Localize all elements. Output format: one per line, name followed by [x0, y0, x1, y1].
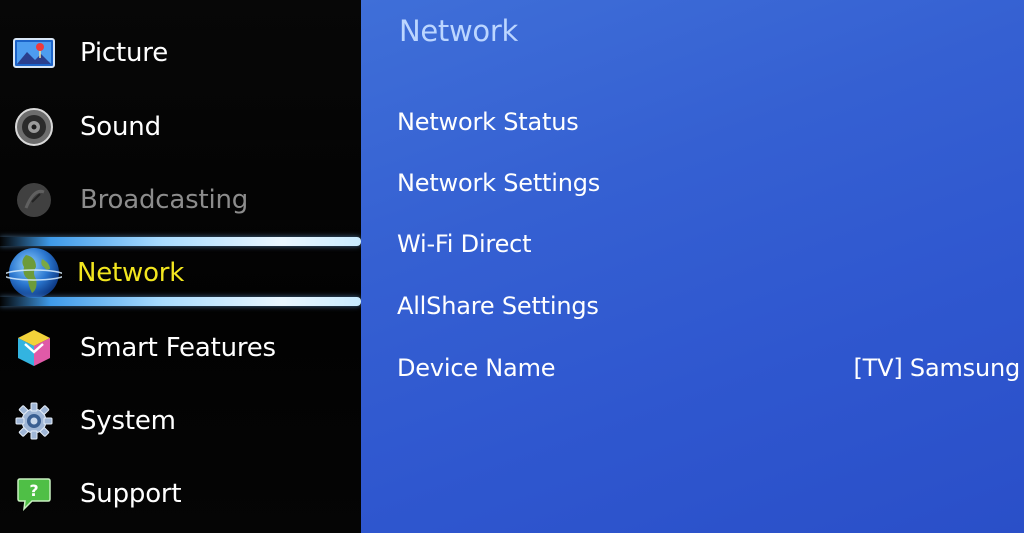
device-name-value: [TV] Samsung [853, 354, 1020, 382]
network-panel: Network Network Status Network Settings … [361, 0, 1024, 533]
menu-item-network-status[interactable]: Network Status [397, 98, 1007, 146]
globe-icon [6, 245, 62, 301]
menu-item-label: Device Name [397, 354, 556, 382]
svg-text:?: ? [29, 481, 38, 500]
menu-item-label: Network Status [397, 108, 579, 136]
sidebar-item-label: Sound [80, 112, 161, 142]
sidebar-item-picture[interactable]: Picture [0, 16, 361, 90]
help-bubble-icon: ? [12, 472, 56, 516]
satellite-dish-icon [12, 178, 56, 222]
picture-icon [12, 31, 56, 75]
settings-sidebar: Picture Sound Broadcasting Network Smart… [0, 0, 361, 533]
sidebar-item-smart-features[interactable]: Smart Features [0, 311, 361, 385]
gear-icon [12, 399, 56, 443]
sidebar-item-label: Support [80, 479, 182, 509]
menu-item-label: Wi-Fi Direct [397, 230, 532, 258]
sidebar-item-system[interactable]: System [0, 384, 361, 458]
menu-item-label: Network Settings [397, 169, 601, 197]
menu-item-network-settings[interactable]: Network Settings [397, 159, 1007, 207]
sidebar-item-label: System [80, 406, 176, 436]
sidebar-item-broadcasting[interactable]: Broadcasting [0, 163, 361, 237]
sidebar-item-label: Broadcasting [80, 185, 249, 215]
speaker-icon [12, 105, 56, 149]
sidebar-item-label: Smart Features [80, 333, 276, 363]
smart-cube-icon [12, 326, 56, 370]
menu-item-label: AllShare Settings [397, 292, 599, 320]
sidebar-item-sound[interactable]: Sound [0, 90, 361, 164]
selection-rail-bottom [0, 297, 361, 306]
menu-item-wifi-direct[interactable]: Wi-Fi Direct [397, 220, 1007, 268]
sidebar-item-label: Network [77, 258, 185, 288]
menu-item-device-name[interactable]: Device Name [TV] Samsung [397, 344, 1020, 392]
sidebar-item-support[interactable]: ? Support [0, 457, 361, 531]
sidebar-item-label: Picture [80, 38, 169, 68]
menu-item-allshare-settings[interactable]: AllShare Settings [397, 282, 1007, 330]
page-title: Network [399, 14, 518, 48]
